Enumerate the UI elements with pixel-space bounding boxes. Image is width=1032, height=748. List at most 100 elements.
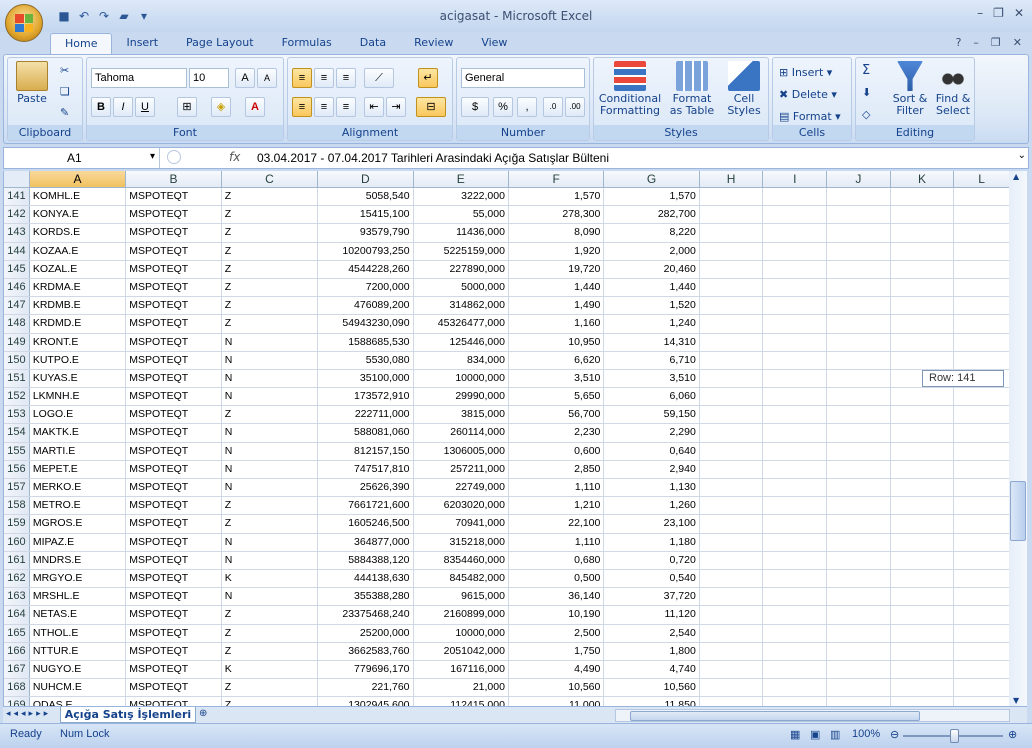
cell-e[interactable]: 112415,000 [414,697,509,706]
cell-c[interactable]: Z [222,606,319,624]
cell-e[interactable]: 227890,000 [414,260,509,278]
cell-k[interactable] [891,315,955,333]
cell-a[interactable]: NTHOL.E [30,624,127,642]
cell-i[interactable] [763,642,828,660]
cell-k[interactable] [891,588,955,606]
sheet-tab-acigasat[interactable]: Açığa Satış İşlemleri [60,707,196,723]
cell-i[interactable] [763,551,828,569]
column-header-c[interactable]: C [221,171,319,188]
cell-h[interactable] [700,533,764,551]
cell-b[interactable]: MSPOTEQT [126,479,222,497]
cell-e[interactable]: 5225159,000 [414,242,509,260]
cell-i[interactable] [763,242,828,260]
cell-f[interactable]: 278,300 [509,206,605,224]
cell-l[interactable] [954,569,1009,588]
cell-l[interactable] [954,606,1009,624]
cell-k[interactable] [891,533,955,551]
cell-c[interactable]: N [222,388,319,406]
cell-a[interactable]: KUTPO.E [30,351,127,369]
cell-h[interactable] [700,424,764,442]
find-select-button[interactable]: Find & Select [932,61,974,117]
cell-h[interactable] [700,588,764,606]
cell-e[interactable]: 260114,000 [414,424,509,442]
column-header-g[interactable]: G [604,171,700,188]
cell-l[interactable] [954,260,1009,278]
cell-a[interactable]: MRSHL.E [30,588,127,606]
cell-h[interactable] [700,606,764,624]
cell-i[interactable] [763,206,828,224]
cell-j[interactable] [827,369,891,388]
tab-home[interactable]: Home [50,33,113,54]
cell-g[interactable]: 23,100 [604,515,700,533]
cell-k[interactable] [891,442,955,460]
cell-l[interactable] [954,660,1009,679]
cell-d[interactable]: 364877,000 [318,533,414,551]
shrink-font-button[interactable]: A [257,68,277,88]
delete-cells-button[interactable]: ✖ Delete ▾ [779,88,837,102]
bold-button[interactable]: B [91,97,111,117]
cell-f[interactable]: 2,850 [509,460,605,478]
cell-styles-button[interactable]: Cell Styles [722,61,766,117]
cell-f[interactable]: 19,720 [509,260,605,278]
cell-b[interactable]: MSPOTEQT [126,406,222,424]
cell-h[interactable] [700,315,764,333]
cell-l[interactable] [954,406,1009,424]
align-center-button[interactable]: ≡ [314,97,334,117]
cell-c[interactable]: Z [222,697,319,706]
row-header[interactable]: 164 [4,606,30,624]
cell-b[interactable]: MSPOTEQT [126,188,222,206]
tab-data[interactable]: Data [346,33,400,54]
cell-j[interactable] [827,606,891,624]
cell-b[interactable]: MSPOTEQT [126,697,222,706]
row-header[interactable]: 146 [4,278,30,297]
cell-e[interactable]: 10000,000 [414,624,509,642]
cell-d[interactable]: 7200,000 [318,278,414,297]
cell-b[interactable]: MSPOTEQT [126,606,222,624]
align-bottom-button[interactable]: ≡ [336,68,356,88]
cell-l[interactable] [954,278,1009,297]
format-as-table-button[interactable]: Format as Table [664,61,720,117]
cell-d[interactable]: 747517,810 [318,460,414,478]
cell-c[interactable]: Z [222,260,319,278]
cell-a[interactable]: MERKO.E [30,479,127,497]
cell-i[interactable] [763,606,828,624]
cell-j[interactable] [827,660,891,679]
cell-j[interactable] [827,406,891,424]
cell-a[interactable]: KOZAA.E [30,242,127,260]
cell-c[interactable]: N [222,479,319,497]
cell-l[interactable] [954,224,1009,242]
cell-e[interactable]: 55,000 [414,206,509,224]
cell-l[interactable] [954,533,1009,551]
cell-a[interactable]: MARTI.E [30,442,127,460]
paste-button[interactable]: Paste [14,61,50,105]
cell-f[interactable]: 4,490 [509,660,605,679]
row-header[interactable]: 150 [4,351,30,369]
cell-g[interactable]: 4,740 [604,660,700,679]
cell-g[interactable]: 2,290 [604,424,700,442]
cell-j[interactable] [827,569,891,588]
cell-j[interactable] [827,479,891,497]
cell-k[interactable] [891,479,955,497]
page-layout-view-icon[interactable]: ▣ [810,728,820,741]
cell-l[interactable] [954,297,1009,315]
cell-d[interactable]: 15415,100 [318,206,414,224]
cell-e[interactable]: 11436,000 [414,224,509,242]
cell-h[interactable] [700,297,764,315]
cell-g[interactable]: 11,850 [604,697,700,706]
cell-l[interactable] [954,206,1009,224]
cell-l[interactable] [954,424,1009,442]
help-icon[interactable]: ? [956,36,962,49]
number-format-box[interactable]: General [461,68,585,88]
horizontal-scroll-thumb[interactable] [630,711,920,721]
cell-i[interactable] [763,388,828,406]
cell-k[interactable] [891,697,955,706]
cell-e[interactable]: 845482,000 [414,569,509,588]
tab-review[interactable]: Review [400,33,467,54]
cell-b[interactable]: MSPOTEQT [126,624,222,642]
cell-i[interactable] [763,424,828,442]
cell-k[interactable] [891,351,955,369]
cell-c[interactable]: N [222,460,319,478]
cell-a[interactable]: MEPET.E [30,460,127,478]
cell-h[interactable] [700,260,764,278]
cell-a[interactable]: METRO.E [30,497,127,515]
